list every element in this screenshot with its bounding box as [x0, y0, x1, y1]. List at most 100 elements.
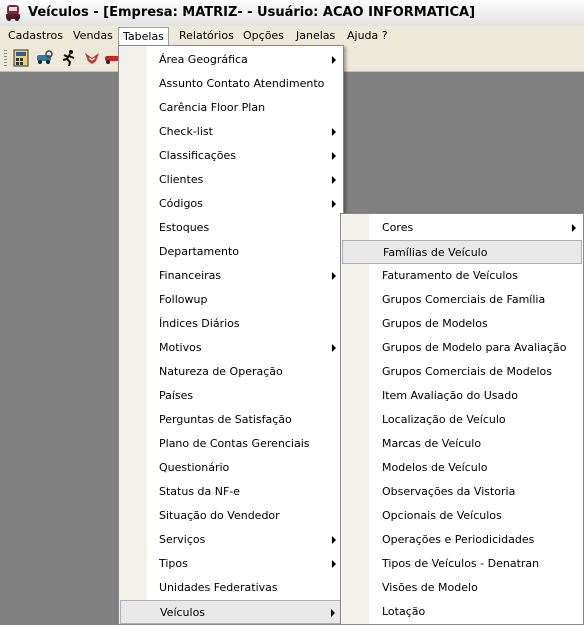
menu-item-label: Grupos Comerciais de Modelos: [382, 365, 552, 378]
menu-item-label: Unidades Federativas: [159, 581, 278, 594]
menu-item-label: Financeiras: [159, 269, 222, 282]
menu-item-label: Opcionais de Veículos: [382, 509, 502, 522]
menu-item-visoes-de-modelo[interactable]: Visões de Modelo: [342, 576, 582, 600]
menu-item-tipos-de-veiculos-denatran[interactable]: Tipos de Veículos - Denatran: [342, 552, 582, 576]
menu-item-grupos-de-modelos[interactable]: Grupos de Modelos: [342, 312, 582, 336]
menu-item-grupos-comerciais-de-familia[interactable]: Grupos Comerciais de Família: [342, 288, 582, 312]
menu-janelas[interactable]: Janelas: [292, 27, 339, 44]
car-app-icon: [6, 5, 20, 21]
menu-item-unidades-federativas[interactable]: Unidades Federativas: [120, 576, 342, 600]
menu-item-modelos-de-veiculo[interactable]: Modelos de Veículo: [342, 456, 582, 480]
menu-item-label: Estoques: [159, 221, 210, 234]
menu-item-label: Grupos de Modelo para Avaliação: [382, 341, 567, 354]
menu-item-cores[interactable]: Cores: [342, 216, 582, 240]
menu-item-label: Países: [159, 389, 194, 402]
tabelas-dropdown-menu: Área Geográfica Assunto Contato Atendimen…: [118, 45, 344, 625]
submenu-arrow-icon: [331, 609, 335, 617]
menu-item-area-geografica[interactable]: Área Geográfica: [120, 48, 342, 72]
submenu-arrow-icon: [332, 176, 336, 184]
menu-item-label: Serviços: [159, 533, 206, 546]
window-title: Veículos - [Empresa: MATRIZ- - Usuário: …: [28, 5, 476, 20]
menu-item-plano-de-contas-gerenciais[interactable]: Plano de Contas Gerenciais: [120, 432, 342, 456]
submenu-arrow-icon: [332, 344, 336, 352]
menu-item-marcas-de-veiculo[interactable]: Marcas de Veículo: [342, 432, 582, 456]
menu-item-departamento[interactable]: Departamento: [120, 240, 342, 264]
menu-item-codigos[interactable]: Códigos: [120, 192, 342, 216]
calculator-icon[interactable]: [12, 49, 30, 67]
menu-item-followup[interactable]: Followup: [120, 288, 342, 312]
menu-bar: Cadastros Vendas Tabelas Relatórios Opçõ…: [0, 26, 584, 46]
submenu-arrow-icon: [332, 200, 336, 208]
menu-item-label: Operações e Periodicidades: [382, 533, 535, 546]
menu-item-label: Índices Diários: [159, 317, 240, 330]
menu-item-label: Departamento: [159, 245, 240, 258]
menu-item-label: Clientes: [159, 173, 204, 186]
menu-item-label: Motivos: [159, 341, 202, 354]
menu-item-label: Tipos de Veículos - Denatran: [382, 557, 540, 570]
menu-item-situacao-do-vendedor[interactable]: Situação do Vendedor: [120, 504, 342, 528]
menu-item-lotacao[interactable]: Lotação: [342, 600, 582, 624]
menu-item-label: Veículos: [160, 606, 206, 619]
menu-item-label: Item Avaliação do Usado: [382, 389, 518, 402]
toolbar-grip[interactable]: [4, 50, 7, 66]
menu-item-item-avaliacao-do-usado[interactable]: Item Avaliação do Usado: [342, 384, 582, 408]
menu-item-indices-diarios[interactable]: Índices Diários: [120, 312, 342, 336]
menu-relatorios[interactable]: Relatórios: [175, 27, 238, 44]
submenu-arrow-icon: [332, 152, 336, 160]
menu-item-motivos[interactable]: Motivos: [120, 336, 342, 360]
menu-item-faturamento-de-veiculos[interactable]: Faturamento de Veículos: [342, 264, 582, 288]
menu-item-label: Cores: [382, 221, 414, 234]
menu-tabelas[interactable]: Tabelas: [118, 27, 169, 46]
bird-icon[interactable]: [83, 49, 101, 67]
menu-item-observacoes-da-vistoria[interactable]: Observações da Vistoria: [342, 480, 582, 504]
menu-item-carencia-floor-plan[interactable]: Carência Floor Plan: [120, 96, 342, 120]
menu-item-label: Natureza de Operação: [159, 365, 283, 378]
menu-item-label: Carência Floor Plan: [159, 101, 266, 114]
menu-item-questionario[interactable]: Questionário: [120, 456, 342, 480]
menu-item-veiculos[interactable]: Veículos: [120, 600, 342, 624]
menu-item-grupos-de-modelo-para-avaliacao[interactable]: Grupos de Modelo para Avaliação: [342, 336, 582, 360]
veiculos-submenu: Cores Famílias de Veículo Faturamento de V…: [340, 213, 584, 625]
menu-item-financeiras[interactable]: Financeiras: [120, 264, 342, 288]
submenu-arrow-icon: [332, 56, 336, 64]
menu-item-label: Lotação: [382, 605, 426, 618]
menu-item-label: Situação do Vendedor: [159, 509, 280, 522]
menu-item-assunto-contato-atendimento[interactable]: Assunto Contato Atendimento: [120, 72, 342, 96]
menu-item-clientes[interactable]: Clientes: [120, 168, 342, 192]
menu-cadastros[interactable]: Cadastros: [4, 27, 67, 44]
menu-item-tipos[interactable]: Tipos: [120, 552, 342, 576]
menu-item-label: Assunto Contato Atendimento: [159, 77, 325, 90]
menu-item-servicos[interactable]: Serviços: [120, 528, 342, 552]
menu-item-label: Check-list: [159, 125, 213, 138]
menu-item-check-list[interactable]: Check-list: [120, 120, 342, 144]
menu-item-paises[interactable]: Países: [120, 384, 342, 408]
menu-item-label: Classificações: [159, 149, 236, 162]
menu-item-estoques[interactable]: Estoques: [120, 216, 342, 240]
menu-item-opcionais-de-veiculos[interactable]: Opcionais de Veículos: [342, 504, 582, 528]
menu-item-localizacao-de-veiculo[interactable]: Localização de Veículo: [342, 408, 582, 432]
menu-item-label: Localização de Veículo: [382, 413, 506, 426]
submenu-arrow-icon: [332, 272, 336, 280]
menu-item-perguntas-de-satisfacao[interactable]: Perguntas de Satisfação: [120, 408, 342, 432]
menu-item-natureza-de-operacao[interactable]: Natureza de Operação: [120, 360, 342, 384]
menu-opcoes[interactable]: Opções: [239, 27, 288, 44]
menu-item-label: Status da NF-e: [159, 485, 241, 498]
menu-item-classificacoes[interactable]: Classificações: [120, 144, 342, 168]
menu-item-label: Grupos Comerciais de Família: [382, 293, 546, 306]
menu-item-operacoes-e-periodicidades[interactable]: Operações e Periodicidades: [342, 528, 582, 552]
submenu-arrow-icon: [572, 224, 576, 232]
menu-item-label: Marcas de Veículo: [382, 437, 482, 450]
menu-item-label: Tipos: [159, 557, 188, 570]
menu-ajuda[interactable]: Ajuda ?: [343, 27, 392, 44]
menu-item-status-da-nf-e[interactable]: Status da NF-e: [120, 480, 342, 504]
menu-item-familias-de-veiculo[interactable]: Famílias de Veículo: [342, 240, 582, 264]
menu-item-label: Visões de Modelo: [382, 581, 478, 594]
car-search-icon[interactable]: [36, 49, 54, 67]
menu-item-label: Followup: [159, 293, 208, 306]
menu-vendas[interactable]: Vendas: [69, 27, 117, 44]
menu-item-label: Famílias de Veículo: [383, 246, 488, 259]
menu-item-label: Plano de Contas Gerenciais: [159, 437, 310, 450]
runner-icon[interactable]: [60, 49, 78, 67]
menu-item-label: Modelos de Veículo: [382, 461, 488, 474]
menu-item-grupos-comerciais-de-modelos[interactable]: Grupos Comerciais de Modelos: [342, 360, 582, 384]
